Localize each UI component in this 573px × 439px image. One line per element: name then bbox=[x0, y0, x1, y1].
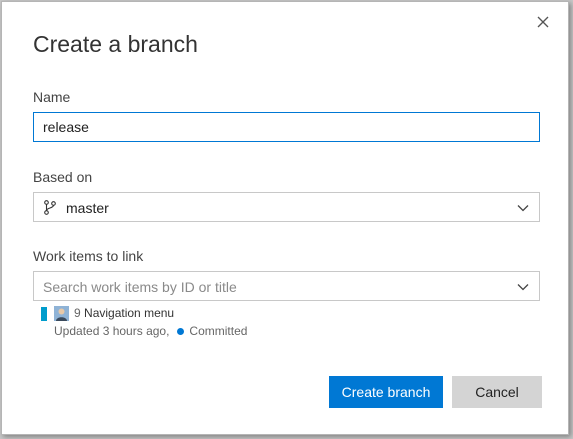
avatar bbox=[54, 306, 69, 321]
close-icon[interactable] bbox=[533, 12, 553, 32]
name-input[interactable] bbox=[43, 113, 523, 141]
state-dot-icon bbox=[177, 328, 185, 335]
work-item-meta: Updated 3 hours ago, Committed bbox=[54, 324, 247, 338]
based-on-label: Based on bbox=[33, 169, 93, 185]
work-item-type-color-bar bbox=[41, 307, 47, 321]
close-button[interactable] bbox=[533, 12, 553, 32]
dialog-title: Create a branch bbox=[33, 31, 198, 57]
work-items-search[interactable]: Search work items by ID or title bbox=[33, 271, 540, 301]
chevron-down-icon[interactable] bbox=[516, 280, 530, 294]
work-items-search-placeholder[interactable]: Search work items by ID or title bbox=[43, 279, 237, 295]
chevron-down-icon[interactable] bbox=[516, 201, 530, 215]
based-on-value: master bbox=[66, 200, 109, 216]
work-items-label: Work items to link bbox=[33, 248, 144, 264]
based-on-dropdown[interactable]: master bbox=[33, 192, 540, 222]
work-item-title-line[interactable]: 9 Navigation menu bbox=[74, 306, 174, 320]
linked-work-item[interactable]: 9 Navigation menu Updated 3 hours ago, Co… bbox=[41, 305, 341, 339]
name-label: Name bbox=[33, 89, 71, 105]
work-item-updated: Updated 3 hours ago, bbox=[54, 324, 170, 338]
cancel-button[interactable]: Cancel bbox=[452, 376, 542, 408]
create-branch-dialog: Create a branch Name Based on master Wor… bbox=[1, 1, 569, 435]
work-item-state: Committed bbox=[189, 324, 248, 338]
name-field-box[interactable] bbox=[33, 112, 540, 142]
create-branch-button[interactable]: Create branch bbox=[329, 376, 443, 408]
work-item-id: 9 bbox=[74, 306, 81, 320]
git-branch-icon bbox=[44, 200, 56, 215]
work-item-title[interactable]: Navigation menu bbox=[84, 306, 174, 320]
